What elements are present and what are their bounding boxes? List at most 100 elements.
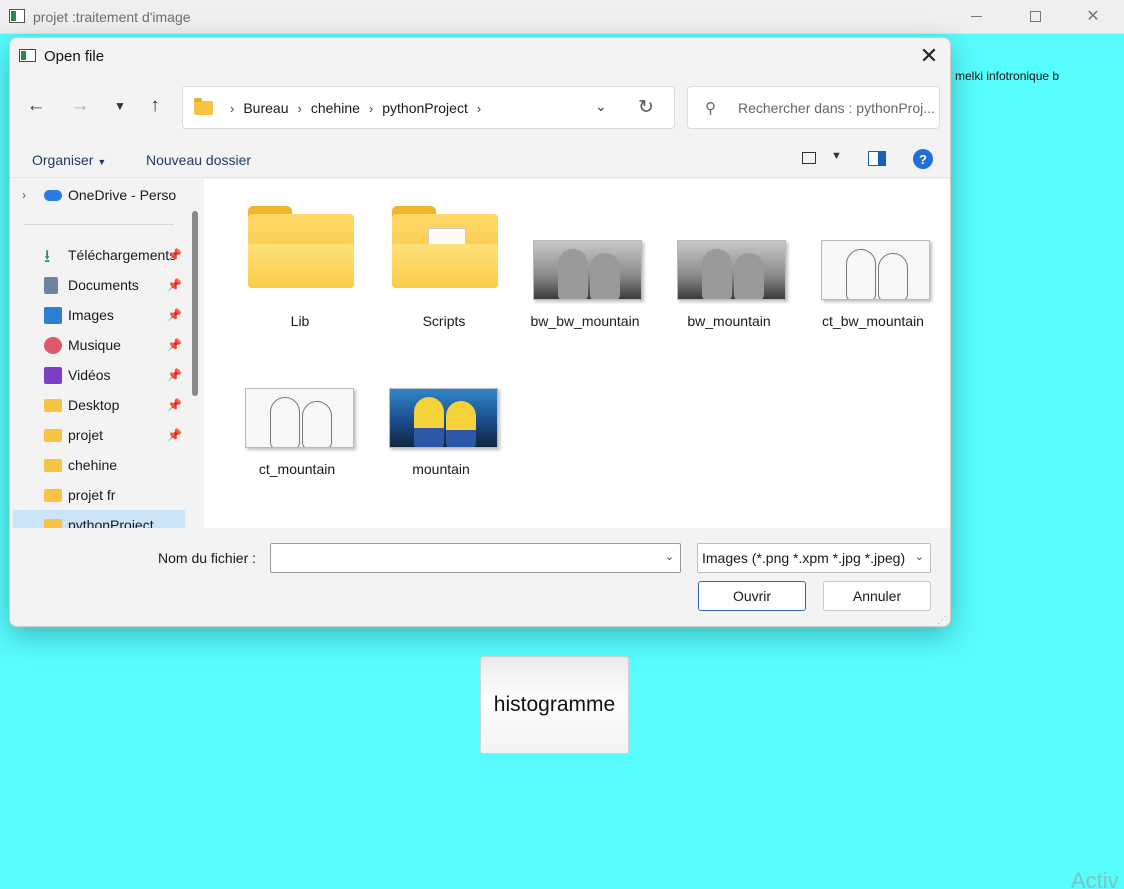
chevron-right-icon[interactable]: › bbox=[369, 101, 373, 116]
file-item-bw-mountain[interactable]: bw_mountain bbox=[669, 179, 789, 329]
open-button[interactable]: Ouvrir bbox=[698, 581, 806, 611]
sidebar-item-documents[interactable]: Documents 📌 bbox=[10, 270, 192, 300]
new-folder-button[interactable]: Nouveau dossier bbox=[146, 152, 251, 168]
close-icon: ✕ bbox=[1086, 8, 1100, 25]
sidebar-item-label: OneDrive - Personal bbox=[68, 187, 176, 203]
pin-icon: 📌 bbox=[167, 398, 182, 412]
cancel-button[interactable]: Annuler bbox=[823, 581, 931, 611]
pin-icon: 📌 bbox=[167, 428, 182, 442]
chevron-right-icon[interactable]: › bbox=[22, 188, 26, 202]
side-label: melki infotronique b bbox=[955, 69, 1060, 83]
organize-label: Organiser bbox=[32, 152, 94, 168]
navigation-pane: › OneDrive - Personal ⭳ Téléchargements … bbox=[10, 179, 204, 528]
video-icon bbox=[44, 366, 62, 384]
divider bbox=[24, 224, 174, 225]
image-icon bbox=[44, 306, 62, 324]
file-item-label: bw_bw_mountain bbox=[530, 313, 640, 329]
maximize-icon bbox=[1029, 10, 1041, 22]
search-box[interactable]: ⚲ Rechercher dans : pythonProj... bbox=[687, 86, 940, 129]
back-button[interactable]: ← bbox=[24, 94, 48, 118]
sidebar-item-chehine[interactable]: chehine bbox=[10, 450, 192, 480]
open-file-dialog: Open file ✕ ← → ▼ ↑ › Bureau › chehine ›… bbox=[9, 37, 951, 627]
address-bar[interactable]: › Bureau › chehine › pythonProject › ⌄ ↻ bbox=[182, 86, 675, 129]
file-item-label: ct_bw_mountain bbox=[822, 313, 924, 329]
sidebar-item-label: Documents bbox=[68, 277, 139, 293]
file-item-label: mountain bbox=[412, 461, 470, 477]
address-history-dropdown[interactable]: ⌄ bbox=[595, 98, 607, 115]
folder-icon bbox=[194, 98, 213, 115]
sidebar-item-label: Images bbox=[68, 307, 114, 323]
sidebar-item-images[interactable]: Images 📌 bbox=[10, 300, 192, 330]
refresh-icon: ↻ bbox=[638, 97, 654, 118]
file-item-scripts[interactable]: Scripts bbox=[384, 179, 504, 329]
pin-icon: 📌 bbox=[167, 368, 182, 382]
chevron-down-icon: ▼ bbox=[114, 99, 126, 113]
image-thumbnail bbox=[533, 240, 642, 300]
pin-icon: 📌 bbox=[167, 338, 182, 352]
minimize-button[interactable] bbox=[953, 0, 999, 32]
view-mode-icon[interactable] bbox=[802, 152, 816, 164]
caret-down-icon: ▼ bbox=[97, 157, 107, 167]
document-icon bbox=[44, 276, 58, 294]
app-icon bbox=[9, 9, 25, 23]
pin-icon: 📌 bbox=[167, 248, 182, 262]
dialog-toolbar: Organiser ▼ Nouveau dossier ▼ ? bbox=[10, 140, 950, 178]
forward-button[interactable]: → bbox=[68, 94, 92, 118]
resize-grip-icon[interactable]: ⋰ bbox=[937, 615, 947, 626]
nav-pane-scrollbar[interactable] bbox=[192, 211, 198, 396]
organize-menu[interactable]: Organiser ▼ bbox=[32, 152, 106, 168]
file-item-label: bw_mountain bbox=[687, 313, 771, 329]
breadcrumb-item[interactable]: Bureau bbox=[243, 100, 288, 116]
histogram-button[interactable]: histogramme bbox=[480, 656, 629, 754]
chevron-down-icon[interactable]: ⌄ bbox=[665, 550, 674, 563]
recent-locations-button[interactable]: ▼ bbox=[108, 94, 132, 118]
search-input[interactable]: Rechercher dans : pythonProj... bbox=[738, 100, 938, 116]
folder-icon bbox=[44, 399, 62, 412]
chevron-right-icon[interactable]: › bbox=[298, 101, 302, 116]
file-item-lib[interactable]: Lib bbox=[240, 179, 360, 329]
sidebar-item-music[interactable]: Musique 📌 bbox=[10, 330, 192, 360]
sidebar-item-label: Musique bbox=[68, 337, 121, 353]
minimize-icon bbox=[970, 15, 982, 17]
folder-icon bbox=[44, 459, 62, 472]
folder-icon bbox=[248, 206, 354, 288]
activation-watermark: Activ bbox=[1071, 868, 1119, 889]
main-window-titlebar: projet :traitement d'image ✕ bbox=[0, 0, 1124, 34]
chevron-right-icon: › bbox=[230, 100, 235, 116]
file-item-bw-bw-mountain[interactable]: bw_bw_mountain bbox=[525, 179, 645, 329]
dialog-titlebar: Open file ✕ bbox=[10, 38, 950, 74]
filename-input[interactable]: ⌄ bbox=[270, 543, 681, 573]
cloud-icon bbox=[44, 190, 62, 201]
image-thumbnail bbox=[821, 240, 930, 300]
sidebar-item-videos[interactable]: Vidéos 📌 bbox=[10, 360, 192, 390]
file-item-ct-bw-mountain[interactable]: ct_bw_mountain bbox=[813, 179, 933, 329]
sidebar-item-desktop[interactable]: Desktop 📌 bbox=[10, 390, 192, 420]
folder-icon bbox=[44, 429, 62, 442]
view-options-dropdown[interactable]: ▼ bbox=[831, 150, 842, 162]
up-button[interactable]: ↑ bbox=[143, 94, 167, 118]
dialog-footer: Nom du fichier : ⌄ Images (*.png *.xpm *… bbox=[10, 528, 950, 626]
file-type-filter[interactable]: Images (*.png *.xpm *.jpg *.jpeg) ⌄ bbox=[697, 543, 931, 573]
preview-pane-icon[interactable] bbox=[868, 151, 886, 166]
filename-label: Nom du fichier : bbox=[158, 550, 257, 566]
help-icon[interactable]: ? bbox=[913, 149, 933, 169]
sidebar-item-projet[interactable]: projet 📌 bbox=[10, 420, 192, 450]
close-window-button[interactable]: ✕ bbox=[1070, 0, 1116, 32]
sidebar-item-projet-fr[interactable]: projet fr bbox=[10, 480, 192, 510]
folder-icon bbox=[44, 489, 62, 502]
sidebar-item-pythonproject[interactable]: pythonProject bbox=[13, 510, 185, 528]
arrow-left-icon: ← bbox=[26, 95, 46, 116]
file-item-ct-mountain[interactable]: ct_mountain bbox=[237, 327, 357, 477]
maximize-button[interactable] bbox=[1012, 0, 1058, 32]
breadcrumb-item[interactable]: chehine bbox=[311, 100, 360, 116]
refresh-button[interactable]: ↻ bbox=[638, 96, 654, 119]
chevron-right-icon[interactable]: › bbox=[477, 101, 481, 116]
sidebar-item-onedrive[interactable]: › OneDrive - Personal bbox=[10, 180, 192, 210]
dialog-close-button[interactable]: ✕ bbox=[908, 38, 950, 74]
breadcrumb-item[interactable]: pythonProject bbox=[382, 100, 468, 116]
file-item-mountain[interactable]: mountain bbox=[381, 327, 501, 477]
sidebar-item-downloads[interactable]: ⭳ Téléchargements 📌 bbox=[10, 240, 192, 270]
chevron-down-icon[interactable]: ⌄ bbox=[914, 550, 924, 563]
dialog-app-icon bbox=[19, 49, 36, 62]
image-thumbnail bbox=[677, 240, 786, 300]
